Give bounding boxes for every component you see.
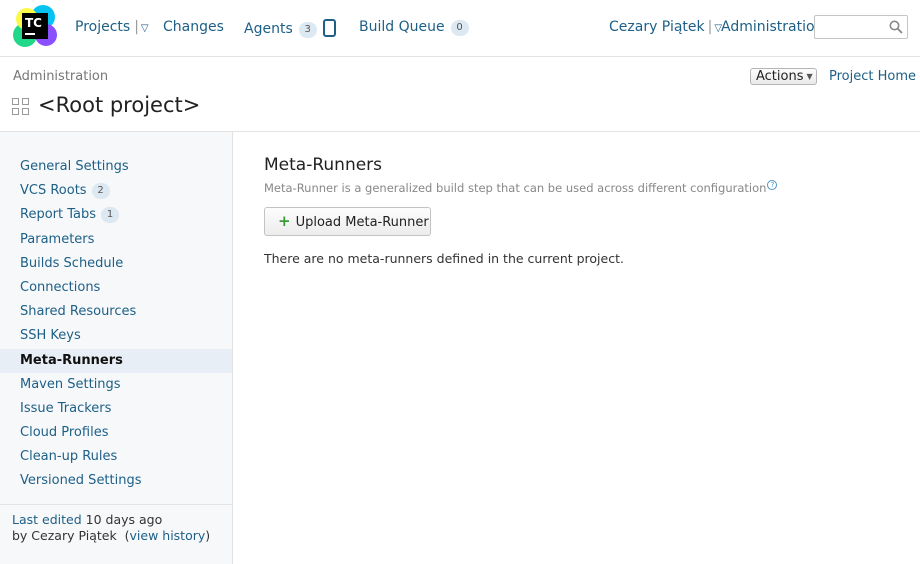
sidebar-item[interactable]: Clean-up Rules bbox=[0, 445, 232, 469]
section-title: Meta-Runners bbox=[264, 155, 383, 175]
nav-build-queue-label[interactable]: Build Queue bbox=[359, 19, 445, 35]
actions-button[interactable]: Actions ▼ bbox=[750, 68, 817, 85]
last-edited-info: Last edited 10 days ago by Cezary Piątek… bbox=[12, 512, 210, 543]
sidebar-item-label[interactable]: VCS Roots bbox=[20, 183, 87, 198]
top-navigation-bar: TC Projects | ▽ Changes Agents 3 Build Queu… bbox=[0, 0, 920, 57]
actions-label[interactable]: Actions bbox=[756, 69, 804, 84]
last-edited-label[interactable]: Last edited bbox=[12, 512, 82, 527]
sidebar-item[interactable]: Connections bbox=[0, 276, 232, 300]
sidebar-item[interactable]: Issue Trackers bbox=[0, 397, 232, 421]
search-box[interactable] bbox=[814, 15, 908, 39]
teamcity-logo-icon[interactable]: TC bbox=[13, 5, 57, 49]
nav-build-queue[interactable]: Build Queue 0 bbox=[359, 19, 469, 36]
plus-icon[interactable]: + bbox=[278, 212, 291, 230]
sidebar-item-label[interactable]: Cloud Profiles bbox=[20, 425, 108, 440]
nav-agents-label[interactable]: Agents bbox=[244, 21, 293, 37]
sidebar-item-label[interactable]: Connections bbox=[20, 280, 100, 295]
breadcrumb: Administration bbox=[13, 69, 109, 84]
nav-changes[interactable]: Changes bbox=[163, 19, 224, 35]
last-edited-by-line: by Cezary Piątek (view history) bbox=[12, 527, 211, 543]
last-edited-by: by Cezary Piątek bbox=[12, 527, 117, 543]
sidebar-list: General Settings VCS Roots 2 Report Tabs 1 Pa… bbox=[0, 155, 232, 494]
sidebar: General Settings VCS Roots 2 Report Tabs 1 Pa… bbox=[0, 132, 233, 564]
sidebar-item[interactable]: Shared Resources bbox=[0, 300, 232, 324]
triangle-down-icon[interactable]: ▼ bbox=[807, 72, 813, 81]
empty-state-message: There are no meta-runners defined in the… bbox=[264, 251, 624, 266]
sidebar-item-label[interactable]: Clean-up Rules bbox=[20, 449, 117, 464]
build-queue-count-badge: 0 bbox=[450, 20, 469, 36]
sidebar-item[interactable]: Versioned Settings bbox=[0, 469, 232, 493]
logo-text: TC bbox=[25, 16, 42, 30]
agents-count-badge: 3 bbox=[298, 22, 317, 38]
sidebar-item[interactable]: Maven Settings bbox=[0, 373, 232, 397]
search-icon[interactable] bbox=[889, 20, 903, 34]
description-text: Meta-Runner is a generalized build step … bbox=[264, 181, 767, 195]
chevron-down-icon[interactable]: ▽ bbox=[141, 23, 149, 34]
nav-projects-label[interactable]: Projects bbox=[75, 19, 130, 35]
sidebar-item[interactable]: VCS Roots 2 bbox=[0, 179, 232, 203]
divider bbox=[0, 504, 232, 505]
help-icon[interactable]: ? bbox=[767, 180, 778, 190]
search-input[interactable] bbox=[815, 16, 889, 38]
agent-icon[interactable] bbox=[322, 19, 336, 37]
nav-agents[interactable]: Agents 3 bbox=[244, 19, 336, 38]
user-menu[interactable]: Cezary Piątek | ▽ bbox=[609, 19, 722, 35]
sidebar-item[interactable]: Builds Schedule bbox=[0, 252, 232, 276]
upload-button-label[interactable]: Upload Meta-Runner bbox=[296, 215, 429, 230]
sidebar-item-label[interactable]: Parameters bbox=[20, 232, 94, 247]
count-badge: 1 bbox=[101, 207, 120, 224]
sidebar-item[interactable]: SSH Keys bbox=[0, 324, 232, 348]
nav-administration[interactable]: Administration bbox=[721, 19, 823, 35]
user-name[interactable]: Cezary Piątek bbox=[609, 19, 705, 35]
sidebar-item[interactable]: Parameters bbox=[0, 228, 232, 252]
sidebar-item-label[interactable]: Issue Trackers bbox=[20, 401, 111, 416]
sidebar-item-label[interactable]: Report Tabs bbox=[20, 207, 96, 222]
separator: | bbox=[707, 19, 713, 35]
sidebar-item[interactable]: Cloud Profiles bbox=[0, 421, 232, 445]
sidebar-item-label[interactable]: SSH Keys bbox=[20, 328, 81, 343]
sidebar-item[interactable]: Meta-Runners bbox=[0, 348, 232, 373]
upload-meta-runner-button[interactable]: + Upload Meta-Runner bbox=[264, 207, 431, 236]
sidebar-item[interactable]: General Settings bbox=[0, 155, 232, 179]
separator: | bbox=[134, 19, 139, 35]
last-edited-line: Last edited 10 days ago bbox=[12, 512, 210, 528]
last-edited-when: 10 days ago bbox=[85, 512, 163, 527]
page-title: <Root project> bbox=[38, 93, 201, 117]
view-history-link[interactable]: view history bbox=[130, 528, 206, 543]
count-badge: 2 bbox=[91, 183, 110, 200]
nav-projects[interactable]: Projects | ▽ bbox=[75, 19, 149, 35]
grid-icon bbox=[12, 98, 29, 115]
sidebar-item-label[interactable]: Versioned Settings bbox=[20, 473, 142, 488]
sidebar-item-label[interactable]: Meta-Runners bbox=[20, 353, 123, 368]
sidebar-item-label[interactable]: Maven Settings bbox=[20, 377, 121, 392]
sidebar-item[interactable]: Report Tabs 1 bbox=[0, 203, 232, 227]
sidebar-item-label[interactable]: Builds Schedule bbox=[20, 256, 123, 271]
sidebar-item-label[interactable]: General Settings bbox=[20, 159, 129, 174]
project-home-link[interactable]: Project Home bbox=[829, 69, 916, 84]
sidebar-item-label[interactable]: Shared Resources bbox=[20, 304, 136, 319]
section-description: Meta-Runner is a generalized build step … bbox=[264, 180, 778, 195]
